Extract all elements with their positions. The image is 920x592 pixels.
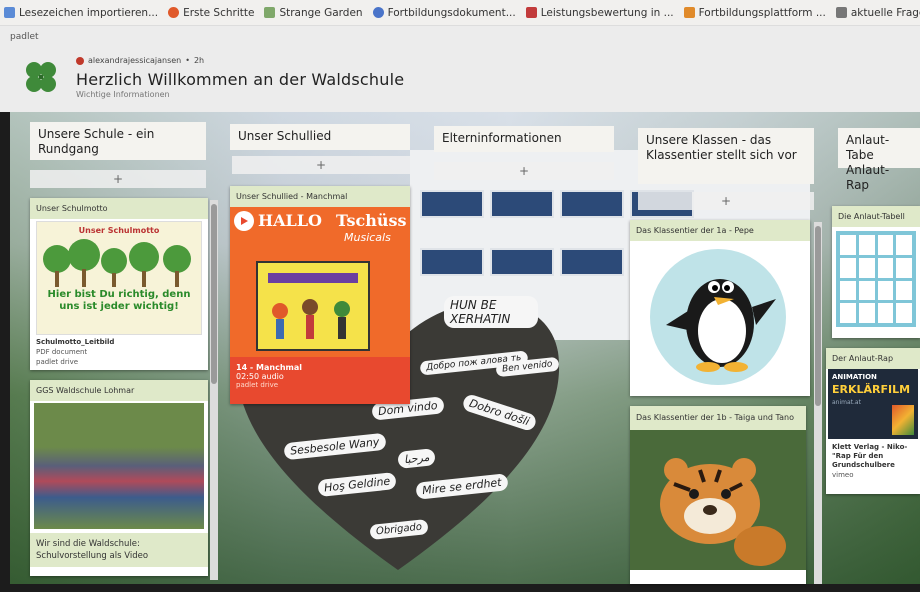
clover-icon — [26, 62, 56, 92]
column-header-klassen[interactable]: Unsere Klassen - das Klassentier stellt … — [638, 128, 814, 184]
attachment-source: padlet drive — [36, 358, 79, 366]
column-header-anlaut[interactable]: Anlaut-Tabe Anlaut-Rap — [838, 128, 920, 192]
add-post-button[interactable]: + — [232, 156, 410, 174]
bookmark-leistungsbewertung[interactable]: Leistungsbewertung in ... — [525, 7, 674, 19]
attachment-name[interactable]: Schulmotto_Leitbild — [30, 337, 208, 347]
heart-word: HUN BE XERHATIN — [444, 296, 538, 328]
play-icon[interactable] — [234, 211, 254, 231]
musicians-illustration — [256, 261, 370, 351]
page-subtitle: Wichtige Informationen — [76, 90, 170, 99]
column-scrollbar[interactable] — [210, 200, 218, 580]
penguin-image — [650, 249, 786, 385]
post-title: GGS Waldschule Lohmar — [30, 380, 208, 401]
attachment-type: PDF document — [36, 348, 88, 356]
globe-icon — [372, 7, 384, 18]
post-title: Unser Schulmotto — [30, 198, 208, 219]
bookmark-fortbildungsdokument[interactable]: Fortbildungsdokument... — [372, 7, 516, 19]
add-post-button[interactable]: + — [434, 162, 614, 180]
audio-source: padlet drive — [236, 381, 279, 389]
page-title: Herzlich Willkommen an der Waldschule — [76, 70, 405, 89]
bookmark-import[interactable]: Lesezeichen importieren... — [4, 7, 158, 19]
post-title: Das Klassentier der 1a - Pepe — [630, 220, 810, 241]
bookmark-erste-schritte[interactable]: Erste Schritte — [168, 7, 254, 19]
column-scrollbar[interactable] — [814, 222, 822, 584]
post-card-anlaut-tabelle[interactable]: Die Anlaut-Tabell — [832, 206, 920, 338]
school-photo — [34, 403, 204, 529]
add-post-button[interactable]: + — [638, 192, 814, 210]
post-title: Das Klassentier der 1b - Taiga und Tano — [630, 406, 806, 430]
trees-icon — [43, 239, 191, 287]
post-title: Der Anlaut-Rap — [826, 348, 920, 369]
moodle-icon — [683, 7, 695, 18]
post-title: Die Anlaut-Tabell — [832, 206, 920, 227]
bookmark-fortbildungsplattform[interactable]: Fortbildungsplattform ... — [683, 7, 826, 19]
post-card-schulmotto[interactable]: Unser Schulmotto Unser Schulmotto Hier b… — [30, 198, 208, 370]
post-card-taiga[interactable]: Das Klassentier der 1b - Taiga und Tano — [630, 406, 806, 584]
column-header-elterninformationen[interactable]: Elterninformationen — [434, 126, 614, 152]
bookmark-strange-garden[interactable]: Strange Garden — [264, 7, 363, 19]
post-card-schullied[interactable]: Unser Schullied - Manchmal HALLO Tschüss… — [230, 186, 410, 404]
column-header-rundgang[interactable]: Unsere Schule - ein Rundgang — [30, 122, 206, 160]
add-post-button[interactable]: + — [30, 170, 206, 188]
anlaut-table-image — [836, 231, 916, 327]
schulmotto-image: Unser Schulmotto Hier bist Du richtig, d… — [36, 221, 202, 335]
album-cover-image: HALLO Tschüss Musicals — [230, 207, 410, 357]
anchor-icon — [835, 7, 847, 18]
video-description: Klett Verlag - Niko-"Rap Für den Grundsc… — [832, 443, 908, 469]
post-card-pepe[interactable]: Das Klassentier der 1a - Pepe — [630, 220, 810, 396]
document-icon — [525, 7, 537, 18]
author-line: alexandrajessicajansen • 2h — [76, 56, 204, 65]
import-icon — [4, 7, 15, 18]
video-thumbnail[interactable]: ANIMATION ERKLÄRFILM animat.at — [828, 369, 918, 439]
video-caption: Wir sind die Waldschule: Schulvorstellun… — [30, 533, 208, 567]
post-title: Unser Schullied - Manchmal — [230, 186, 410, 207]
brand-label[interactable]: padlet — [10, 32, 39, 42]
avatar — [76, 56, 84, 65]
post-card-waldschule[interactable]: GGS Waldschule Lohmar Wir sind die Walds… — [30, 380, 208, 576]
padlet-header: padlet alexandrajessicajansen • 2h Herzl… — [0, 26, 920, 112]
firefox-icon — [168, 7, 180, 18]
leaf-icon — [264, 7, 276, 18]
column-header-schullied[interactable]: Unser Schullied — [230, 124, 410, 150]
post-time: 2h — [193, 56, 205, 65]
video-source: vimeo — [832, 471, 854, 479]
tiger-plush-image — [630, 430, 806, 570]
bookmark-aktuelle-fragestell[interactable]: aktuelle Fragestell — [835, 7, 920, 19]
post-card-anlaut-rap[interactable]: Der Anlaut-Rap ANIMATION ERKLÄRFILM anim… — [826, 348, 920, 494]
author-name: alexandrajessicajansen — [88, 56, 182, 65]
audio-title[interactable]: 14 - Manchmal — [230, 357, 410, 372]
audio-duration: 02:50 audio — [236, 372, 284, 381]
bookmarks-bar: Lesezeichen importieren... Erste Schritt… — [0, 0, 920, 26]
